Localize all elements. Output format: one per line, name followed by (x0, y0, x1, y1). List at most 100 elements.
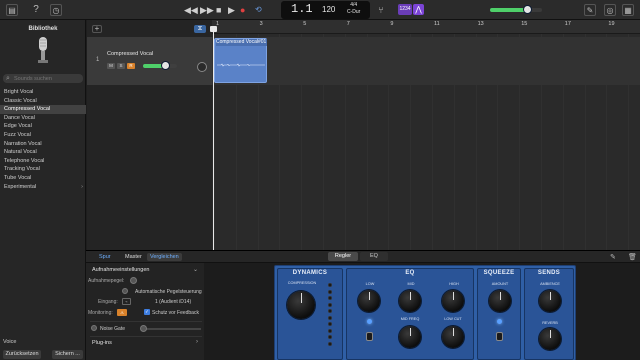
tab-master[interactable]: Master (122, 253, 145, 261)
amount-knob[interactable] (489, 290, 511, 312)
cycle-icon[interactable]: ⟲ (255, 5, 262, 15)
library-item[interactable]: Experimental › (0, 183, 86, 192)
compare-button[interactable]: Vergleichen (147, 253, 182, 261)
rec-level-knob[interactable] (130, 277, 137, 284)
meter-led (328, 283, 332, 287)
input-icon[interactable]: ⌁ (122, 298, 131, 305)
tracks-area[interactable]: 1 3 5 7 9 11 13 15 17 19 Compressed Vocal#01 (210, 20, 640, 250)
chevron-right-icon[interactable]: › (196, 339, 198, 345)
library-title: Bibliothek (28, 26, 58, 32)
ruler[interactable]: 1 3 5 7 9 11 13 15 17 19 (212, 20, 640, 34)
trash-icon[interactable]: 🗑 (628, 253, 637, 261)
mid-freq-knob[interactable] (399, 326, 421, 348)
reset-button[interactable]: Zurücksetzen (3, 350, 41, 359)
stop-icon[interactable]: ■ (216, 5, 221, 15)
mid-knob[interactable] (399, 290, 421, 312)
audio-region[interactable]: Compressed Vocal#01 (214, 38, 267, 83)
reverb-label: REVERB (542, 321, 558, 325)
record-icon[interactable]: ● (240, 5, 245, 15)
library-item[interactable]: Tube Vocal (0, 174, 86, 183)
save-button[interactable]: Sichern ... (52, 350, 83, 359)
eq-bypass-toggle[interactable] (366, 332, 373, 341)
search-input[interactable] (14, 75, 80, 82)
library-item[interactable]: Dance Vocal (0, 114, 86, 123)
track-volume-slider[interactable] (143, 62, 177, 69)
rewind-icon[interactable]: ◀◀ (184, 5, 198, 15)
record-enable-button[interactable]: R (127, 63, 135, 69)
master-volume-slider[interactable] (490, 6, 542, 13)
library-item[interactable]: Natural Vocal (0, 148, 86, 157)
pan-knob[interactable] (197, 62, 207, 72)
library-item[interactable]: Compressed Vocal (0, 105, 86, 114)
mute-button[interactable]: M (107, 63, 115, 69)
track-header[interactable]: 1 Compressed Vocal M S R (87, 37, 212, 85)
play-icon[interactable]: ▶ (228, 5, 235, 15)
playhead-handle[interactable] (210, 26, 217, 32)
count-in-button[interactable]: 1234 (398, 4, 412, 15)
smart-help-icon[interactable]: ? (30, 4, 42, 16)
solo-button[interactable]: S (117, 63, 125, 69)
forward-icon[interactable]: ▶▶ (200, 5, 214, 15)
track-volume-knob[interactable] (162, 62, 170, 69)
auto-level-label: Automatische Pegelsteuerung (135, 289, 202, 295)
lcd-display[interactable]: 1.1 120 4/4 C-Dur (281, 1, 370, 19)
flex-pitch-button[interactable]: ⧖ (194, 25, 206, 33)
tuner-icon[interactable]: ⋀ (413, 4, 424, 15)
library-item[interactable]: Telephone Vocal (0, 157, 86, 166)
tab-eq[interactable]: EQ (360, 252, 388, 261)
auto-level-checkbox[interactable] (122, 288, 128, 294)
add-track-button[interactable]: + (92, 25, 102, 33)
low-cut-led (367, 319, 372, 324)
smart-controls-icon[interactable]: ◷ (50, 4, 62, 16)
library-item[interactable]: Fuzz Vocal (0, 131, 86, 140)
monitoring-label: Monitoring: (88, 310, 113, 316)
monitoring-button[interactable]: ⚠ (117, 309, 127, 316)
library-panel: Bibliothek ⌕ Bright VocalClassic VocalCo… (0, 20, 86, 360)
reverb-knob[interactable] (539, 328, 561, 350)
notepad-icon[interactable]: ✎ (584, 4, 596, 16)
media-browser-icon[interactable]: ▦ (622, 4, 634, 16)
bar-number: 7 (346, 21, 350, 27)
ambience-knob[interactable] (539, 290, 561, 312)
loop-browser-icon[interactable]: ◎ (604, 4, 616, 16)
squeeze-led (497, 319, 502, 324)
chevron-down-icon[interactable]: ⌄ (193, 266, 198, 273)
squeeze-toggle[interactable] (496, 332, 503, 341)
library-item[interactable]: Classic Vocal (0, 97, 86, 106)
tab-track[interactable]: Spur (96, 253, 114, 261)
input-value[interactable]: 1 (Audient iD14) (155, 299, 191, 305)
smart-controls-tabs: Spur Master Vergleichen Regler EQ ✎ 🗑 (86, 251, 640, 263)
noise-gate-slider-knob[interactable] (140, 325, 147, 332)
tuning-fork-icon[interactable]: ⑂ (375, 4, 387, 16)
master-volume-knob[interactable] (524, 6, 532, 13)
noise-gate-label: Noise Gate (100, 326, 126, 332)
track-headers: + ⧖ 1 Compressed Vocal M S R (87, 20, 212, 250)
library-icon[interactable]: ▤ (6, 4, 18, 16)
library-item[interactable]: Tracking Vocal (0, 165, 86, 174)
noise-gate-checkbox[interactable] (91, 325, 97, 331)
meter-led (328, 289, 332, 294)
library-item[interactable]: Edge Vocal (0, 122, 86, 131)
feedback-checkbox[interactable]: ✓ (144, 309, 150, 315)
playhead[interactable] (210, 26, 217, 250)
control-bar: ▤ ? ◷ ◀◀ ▶▶ ■ ▶ ● ⟲ 1.1 120 4/4 C-Dur ⑂ … (0, 0, 640, 20)
noise-gate-slider[interactable] (141, 328, 201, 330)
track-name[interactable]: Compressed Vocal (107, 51, 153, 57)
compression-knob[interactable] (287, 291, 315, 319)
track-lane[interactable] (212, 37, 640, 85)
sends-title: SENDS (537, 270, 561, 276)
library-search[interactable]: ⌕ (3, 74, 83, 83)
library-item[interactable]: Narration Vocal (0, 140, 86, 149)
low-cut-knob[interactable] (442, 326, 464, 348)
playhead-position: 1.1 (291, 2, 313, 16)
chevron-right-icon: › (81, 183, 83, 190)
input-label: Eingang: (98, 299, 118, 305)
tab-controls[interactable]: Regler (328, 252, 358, 261)
dynamics-title: DYNAMICS (292, 270, 328, 276)
edit-icon[interactable]: ✎ (610, 253, 616, 261)
low-knob[interactable] (358, 290, 380, 312)
recording-settings-header[interactable]: Aufnahmeeinstellungen (92, 267, 150, 273)
library-item[interactable]: Bright Vocal (0, 88, 86, 97)
plugins-header[interactable]: Plug-ins (92, 340, 112, 346)
high-knob[interactable] (442, 290, 464, 312)
